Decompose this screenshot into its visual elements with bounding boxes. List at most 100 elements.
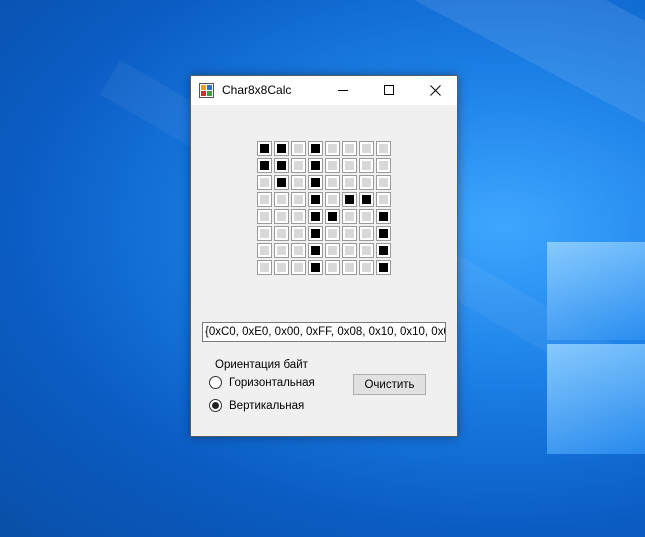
pixel-off — [362, 178, 371, 187]
pixel-cell[interactable] — [274, 175, 289, 190]
pixel-cell[interactable] — [342, 226, 357, 241]
pixel-cell[interactable] — [325, 141, 340, 156]
pixel-on — [379, 246, 388, 255]
hex-output-field[interactable]: {0xC0, 0xE0, 0x00, 0xFF, 0x08, 0x10, 0x1… — [202, 322, 446, 342]
orientation-group-label: Ориентация байт — [215, 359, 308, 371]
pixel-cell[interactable] — [274, 141, 289, 156]
pixel-cell[interactable] — [291, 175, 306, 190]
pixel-cell[interactable] — [376, 158, 391, 173]
pixel-cell[interactable] — [342, 243, 357, 258]
pixel-cell[interactable] — [274, 192, 289, 207]
pixel-off — [362, 161, 371, 170]
pixel-cell[interactable] — [325, 158, 340, 173]
pixel-cell[interactable] — [274, 226, 289, 241]
pixel-cell[interactable] — [257, 158, 272, 173]
pixel-cell[interactable] — [308, 192, 323, 207]
pixel-cell[interactable] — [308, 175, 323, 190]
pixel-cell[interactable] — [325, 226, 340, 241]
pixel-cell[interactable] — [359, 175, 374, 190]
clear-button[interactable]: Очистить — [353, 374, 426, 395]
pixel-cell[interactable] — [342, 260, 357, 275]
pixel-on — [345, 195, 354, 204]
pixel-cell[interactable] — [376, 243, 391, 258]
pixel-cell[interactable] — [376, 192, 391, 207]
pixel-cell[interactable] — [274, 243, 289, 258]
pixel-off — [362, 229, 371, 238]
pixel-cell[interactable] — [342, 158, 357, 173]
pixel-cell[interactable] — [308, 226, 323, 241]
pixel-cell[interactable] — [325, 260, 340, 275]
pixel-off — [328, 161, 337, 170]
pixel-on — [311, 144, 320, 153]
pixel-cell[interactable] — [308, 141, 323, 156]
pixel-cell[interactable] — [376, 175, 391, 190]
pixel-cell[interactable] — [376, 226, 391, 241]
pixel-off — [260, 178, 269, 187]
pixel-on — [311, 161, 320, 170]
pixel-off — [328, 195, 337, 204]
title-bar[interactable]: Char8x8Calc — [191, 76, 457, 105]
pixel-on — [277, 144, 286, 153]
radio-vertical-indicator[interactable] — [209, 399, 222, 412]
pixel-on — [328, 212, 337, 221]
pixel-cell[interactable] — [325, 243, 340, 258]
pixel-cell[interactable] — [359, 141, 374, 156]
radio-vertical-label: Вертикальная — [229, 399, 305, 412]
pixel-off — [260, 229, 269, 238]
pixel-cell[interactable] — [308, 158, 323, 173]
pixel-cell[interactable] — [308, 209, 323, 224]
pixel-off — [345, 229, 354, 238]
pixel-cell[interactable] — [291, 192, 306, 207]
pixel-cell[interactable] — [274, 209, 289, 224]
pixel-off — [379, 161, 388, 170]
pixel-cell[interactable] — [342, 141, 357, 156]
pixel-cell[interactable] — [291, 141, 306, 156]
pixel-cell[interactable] — [376, 260, 391, 275]
pixel-cell[interactable] — [291, 209, 306, 224]
pixel-cell[interactable] — [291, 226, 306, 241]
pixel-on — [277, 178, 286, 187]
pixel-cell[interactable] — [342, 209, 357, 224]
pixel-cell[interactable] — [291, 260, 306, 275]
pixel-cell[interactable] — [325, 192, 340, 207]
pixel-cell[interactable] — [257, 175, 272, 190]
pixel-cell[interactable] — [359, 209, 374, 224]
pixel-cell[interactable] — [291, 243, 306, 258]
minimize-button[interactable] — [321, 76, 365, 105]
pixel-off — [362, 212, 371, 221]
pixel-cell[interactable] — [274, 158, 289, 173]
pixel-cell[interactable] — [359, 158, 374, 173]
pixel-cell[interactable] — [325, 175, 340, 190]
pixel-cell[interactable] — [376, 141, 391, 156]
pixel-off — [379, 178, 388, 187]
pixel-on — [379, 263, 388, 272]
pixel-cell[interactable] — [342, 192, 357, 207]
pixel-cell[interactable] — [342, 175, 357, 190]
pixel-cell[interactable] — [257, 192, 272, 207]
pixel-cell[interactable] — [257, 243, 272, 258]
radio-horizontal[interactable]: Горизонтальная — [209, 376, 315, 389]
pixel-off — [294, 229, 303, 238]
pixel-cell[interactable] — [257, 226, 272, 241]
pixel-cell[interactable] — [359, 243, 374, 258]
radio-vertical[interactable]: Вертикальная — [209, 399, 304, 412]
pixel-off — [345, 263, 354, 272]
pixel-cell[interactable] — [257, 141, 272, 156]
pixel-off — [294, 144, 303, 153]
pixel-cell[interactable] — [257, 209, 272, 224]
pixel-cell[interactable] — [359, 192, 374, 207]
pixel-cell[interactable] — [376, 209, 391, 224]
pixel-cell[interactable] — [257, 260, 272, 275]
pixel-off — [362, 263, 371, 272]
pixel-cell[interactable] — [359, 260, 374, 275]
pixel-cell[interactable] — [325, 209, 340, 224]
pixel-cell[interactable] — [291, 158, 306, 173]
pixel-off — [328, 229, 337, 238]
maximize-button[interactable] — [367, 76, 411, 105]
pixel-cell[interactable] — [308, 260, 323, 275]
pixel-cell[interactable] — [359, 226, 374, 241]
close-button[interactable] — [413, 76, 457, 105]
pixel-cell[interactable] — [308, 243, 323, 258]
pixel-cell[interactable] — [274, 260, 289, 275]
radio-horizontal-indicator[interactable] — [209, 376, 222, 389]
